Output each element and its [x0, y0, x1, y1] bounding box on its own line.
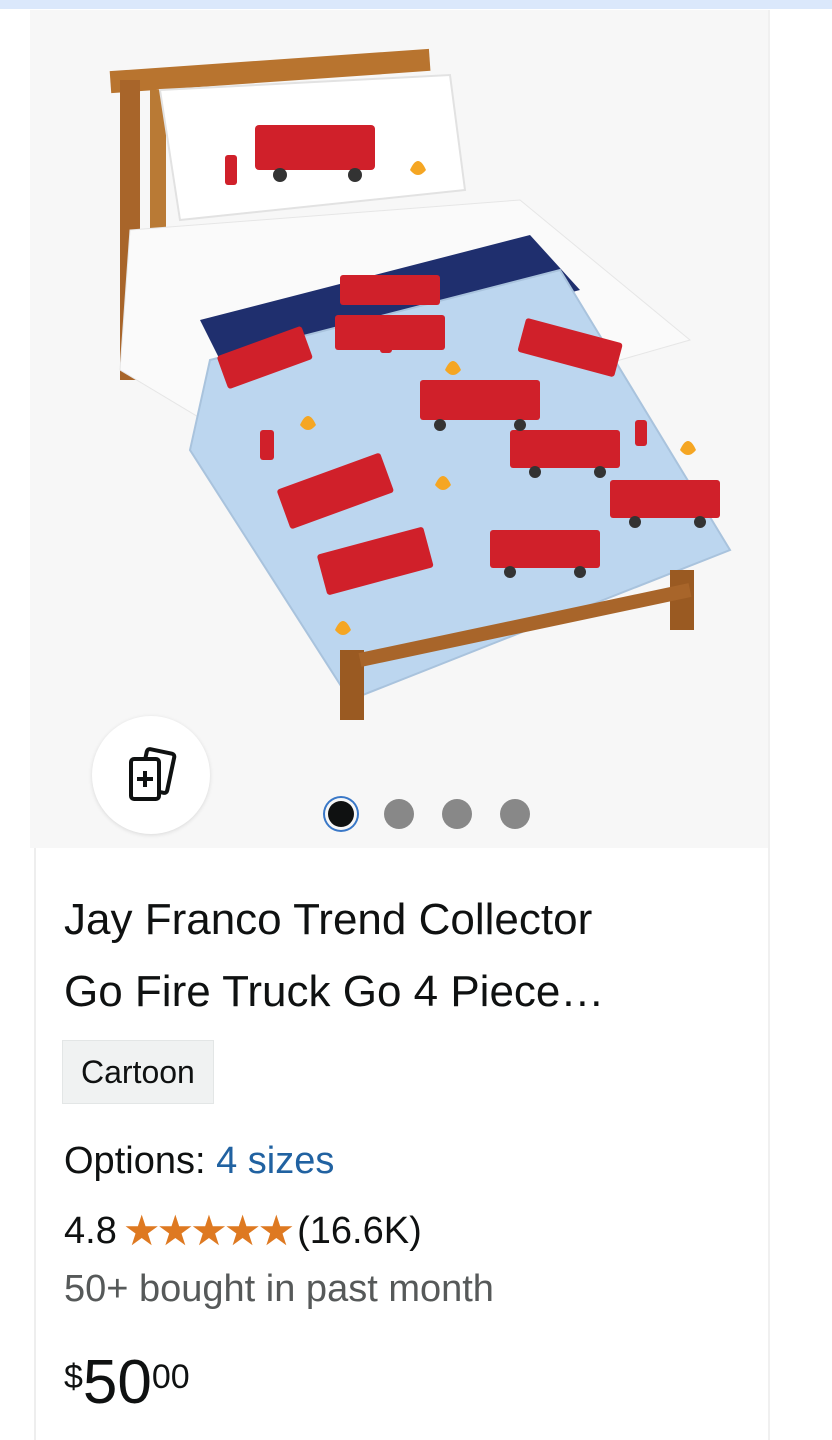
compare-add-icon — [129, 747, 177, 801]
carousel-dots — [326, 798, 530, 830]
carousel-dot-3[interactable] — [442, 799, 472, 829]
style-badge: Cartoon — [62, 1040, 214, 1104]
rating-row[interactable]: 4.8 ★ ★ ★ ★ ★ (16.6K) — [64, 1206, 422, 1256]
rating-count: (16.6K) — [297, 1209, 422, 1252]
rating-stars: ★ ★ ★ ★ ★ — [122, 1207, 295, 1254]
price-whole: 50 — [82, 1348, 152, 1417]
carousel-dot-1[interactable] — [328, 801, 354, 827]
star-icon: ★ — [257, 1207, 296, 1254]
options-row: Options: 4 sizes — [64, 1140, 334, 1183]
price-symbol: $ — [64, 1358, 83, 1396]
top-strip — [0, 0, 832, 9]
options-label: Options: — [64, 1140, 206, 1182]
product-title[interactable]: Jay Franco Trend Collector Go Fire Truck… — [64, 884, 744, 1028]
star-icon: ★ — [223, 1207, 262, 1254]
compare-button[interactable] — [92, 716, 210, 834]
price: $ 50 00 — [64, 1346, 190, 1426]
price-fraction: 00 — [151, 1358, 190, 1396]
product-image-carousel[interactable] — [30, 10, 768, 848]
options-link[interactable]: 4 sizes — [216, 1140, 334, 1182]
star-icon: ★ — [122, 1207, 161, 1254]
star-icon: ★ — [156, 1207, 195, 1254]
bought-count: 50+ bought in past month — [64, 1268, 494, 1310]
carousel-dot-2[interactable] — [384, 799, 414, 829]
rating-value: 4.8 — [64, 1209, 117, 1252]
carousel-dot-4[interactable] — [500, 799, 530, 829]
star-icon: ★ — [190, 1207, 228, 1254]
product-title-line-2: Go Fire Truck Go 4 Piece… — [64, 967, 605, 1016]
product-image — [109, 48, 732, 720]
product-title-line-1: Jay Franco Trend Collector — [64, 895, 593, 944]
card-divider — [768, 10, 770, 1440]
